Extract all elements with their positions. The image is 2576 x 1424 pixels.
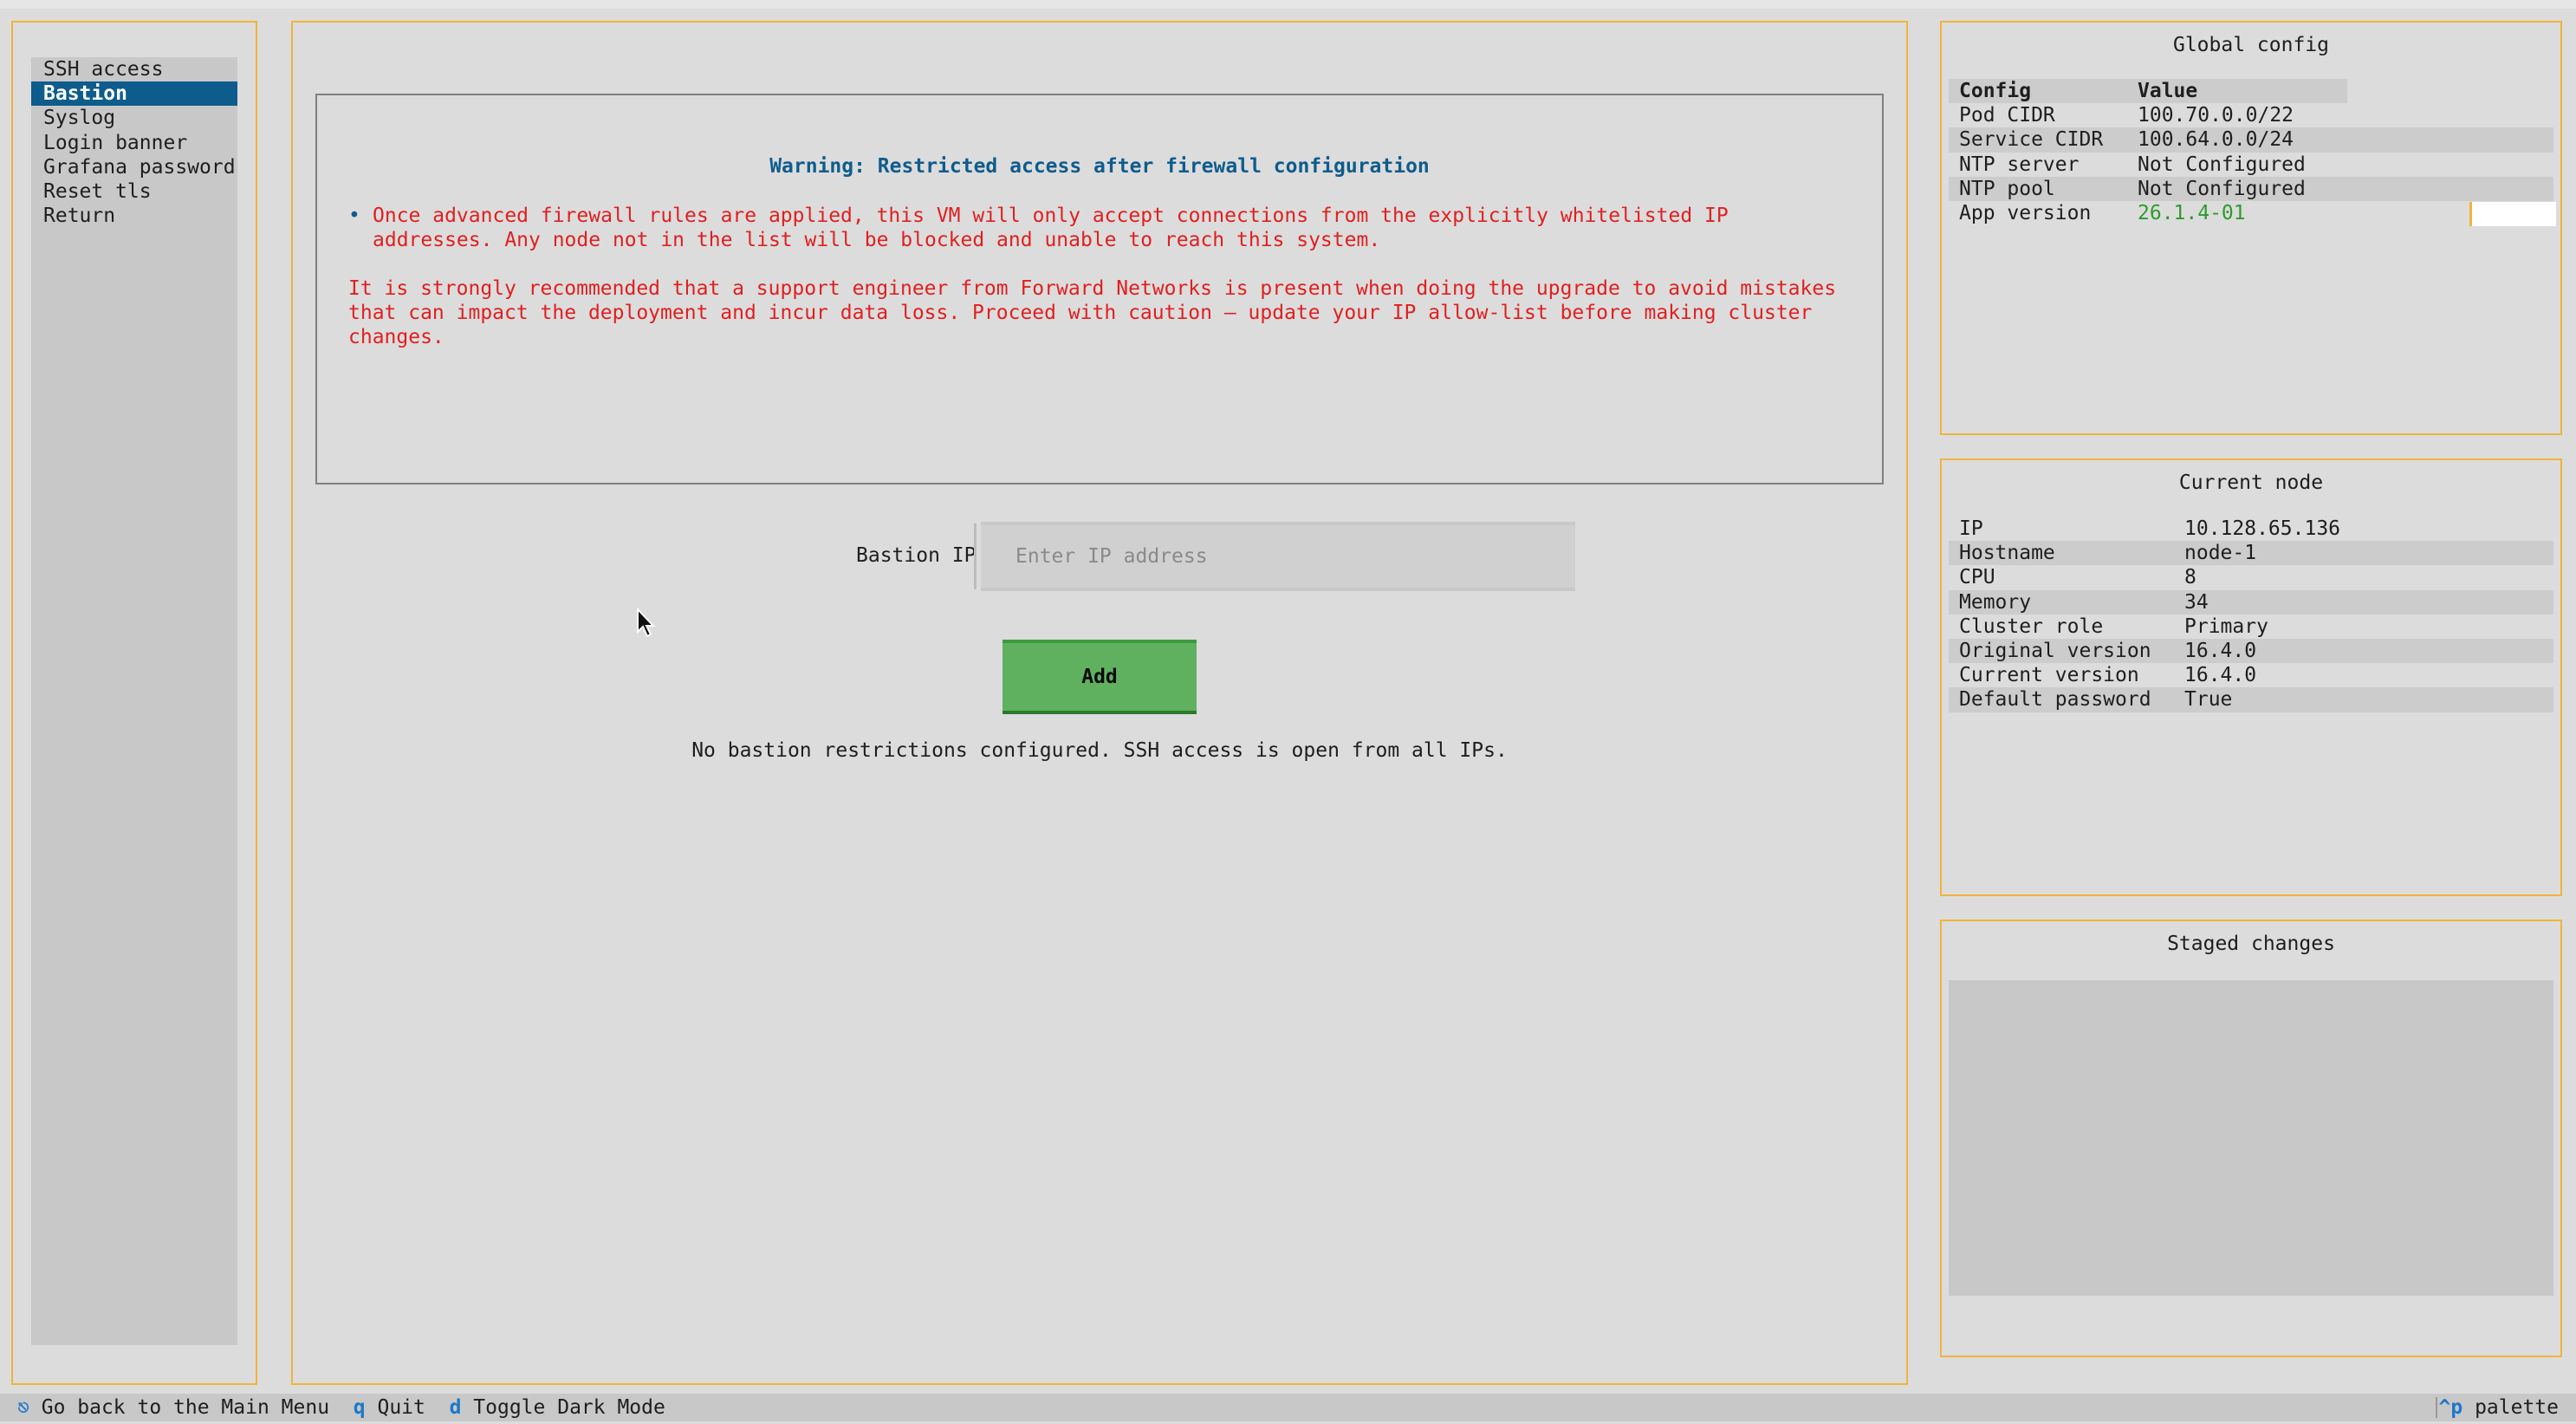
config-key: NTP pool — [1959, 177, 2055, 200]
node-key: Original version — [1959, 639, 2151, 662]
sidebar-menu: SSH access Bastion Syslog Login banner G… — [31, 57, 237, 1345]
table-row: NTP pool Not Configured — [1949, 176, 2553, 201]
warning-title: Warning: Restricted access after firewal… — [769, 155, 1430, 178]
table-row: Pod CIDR 100.70.0.0/22 — [1949, 103, 2553, 127]
table-row: CPU 8 — [1949, 565, 2553, 589]
config-value: Not Configured — [2138, 177, 2306, 200]
node-value: 10.128.65.136 — [2184, 517, 2341, 540]
warning-paragraph: It is strongly recommended that a suppor… — [348, 277, 1837, 349]
config-key: App version — [1959, 201, 2092, 224]
node-key: Current version — [1959, 664, 2139, 687]
table-row: IP 10.128.65.136 — [1949, 517, 2553, 541]
node-key: Hostname — [1959, 542, 2055, 565]
table-row: Default password True — [1949, 687, 2553, 712]
sidebar-item-reset-tls[interactable]: Reset tls — [31, 179, 237, 204]
node-value: 16.4.0 — [2184, 664, 2257, 687]
palette-key[interactable]: ^p — [2439, 1396, 2463, 1419]
sidebar-item-grafana-password[interactable]: Grafana password — [31, 155, 237, 179]
footer-divider — [2436, 1397, 2437, 1418]
config-value: 100.64.0.0/24 — [2138, 128, 2294, 152]
table-row: Hostname node-1 — [1949, 541, 2553, 566]
footer-bar: ⎋ Go back to the Main Menu q Quit d Togg… — [0, 1394, 2576, 1421]
current-node-title: Current node — [2178, 471, 2324, 494]
quit-key[interactable]: q — [354, 1396, 366, 1419]
column-header-config: Config — [1959, 80, 2032, 102]
sidebar-item-syslog[interactable]: Syslog — [31, 106, 237, 130]
bastion-ip-input[interactable] — [981, 522, 1575, 591]
node-value: 34 — [2184, 590, 2209, 614]
node-key: IP — [1959, 517, 1983, 540]
node-value: Primary — [2184, 614, 2268, 638]
global-config-table: Config Value Pod CIDR 100.70.0.0/22 Serv… — [1949, 79, 2553, 225]
config-value: 100.70.0.0/22 — [2138, 104, 2294, 127]
node-value: node-1 — [2184, 542, 2257, 565]
global-config-title: Global config — [2172, 34, 2329, 56]
footer-palette-label[interactable]: palette — [2475, 1396, 2559, 1419]
footer-palette[interactable]: ^p palette — [2439, 1394, 2560, 1421]
staged-changes-list — [1949, 980, 2553, 1296]
current-node-panel: Current node IP 10.128.65.136 Hostname n… — [1940, 458, 2562, 896]
sidebar-item-return[interactable]: Return — [31, 204, 237, 228]
staged-changes-title: Staged changes — [2167, 933, 2335, 955]
sidebar-item-ssh-access[interactable]: SSH access — [31, 57, 237, 81]
node-key: Memory — [1959, 590, 2032, 614]
table-row: Service CIDR 100.64.0.0/24 — [1949, 127, 2553, 153]
scrollbar-thumb[interactable] — [2469, 202, 2556, 226]
bastion-ip-label: Bastion IP — [856, 544, 977, 567]
dark-mode-key[interactable]: d — [450, 1396, 462, 1419]
mouse-pointer-icon — [637, 608, 656, 638]
node-value: 16.4.0 — [2184, 639, 2257, 662]
footer-back-label[interactable]: Go back to the Main Menu — [42, 1396, 329, 1419]
column-header-value: Value — [2138, 80, 2198, 102]
escape-key-icon[interactable]: ⎋ — [17, 1396, 29, 1419]
sidebar-item-login-banner[interactable]: Login banner — [31, 131, 237, 155]
config-key: Pod CIDR — [1959, 104, 2055, 127]
footer-quit-label[interactable]: Quit — [377, 1396, 425, 1419]
table-header: Config Value — [1949, 79, 2347, 104]
table-row: Current version 16.4.0 — [1949, 663, 2553, 687]
global-config-panel: Global config Config Value Pod CIDR 100.… — [1940, 21, 2562, 435]
config-key: NTP server — [1959, 153, 2080, 176]
top-strip — [0, 0, 2576, 9]
warning-bullet: • Once advanced firewall rules are appli… — [348, 204, 1839, 252]
table-row: Cluster role Primary — [1949, 614, 2553, 639]
node-key: CPU — [1959, 566, 1995, 589]
add-button[interactable]: Add — [1002, 640, 1197, 714]
current-node-table: IP 10.128.65.136 Hostname node-1 CPU 8 M… — [1949, 517, 2553, 712]
config-key: Service CIDR — [1959, 128, 2104, 152]
node-value: 8 — [2184, 566, 2196, 589]
footer-dark-mode-label[interactable]: Toggle Dark Mode — [473, 1396, 665, 1419]
node-key: Cluster role — [1959, 614, 2104, 638]
input-bracket — [974, 523, 981, 589]
node-key: Default password — [1959, 688, 2151, 712]
table-row: NTP server Not Configured — [1949, 153, 2553, 177]
sidebar-item-bastion[interactable]: Bastion — [31, 81, 237, 107]
bastion-status-message: No bastion restrictions configured. SSH … — [691, 739, 1508, 762]
footer-keybindings: ⎋ Go back to the Main Menu q Quit d Togg… — [17, 1394, 665, 1421]
table-row: Original version 16.4.0 — [1949, 638, 2553, 664]
warning-box: Warning: Restricted access after firewal… — [315, 94, 1884, 484]
table-row: App version 26.1.4-01 — [1949, 201, 2553, 225]
app-version-value: 26.1.4-01 — [2138, 201, 2246, 224]
config-value: Not Configured — [2138, 153, 2306, 176]
staged-changes-panel: Staged changes — [1940, 920, 2562, 1357]
table-row: Memory 34 — [1949, 589, 2553, 614]
node-value: True — [2184, 688, 2233, 712]
warning-bullet-text: Once advanced firewall rules are applied… — [373, 205, 1729, 252]
bullet-icon: • — [348, 205, 360, 227]
